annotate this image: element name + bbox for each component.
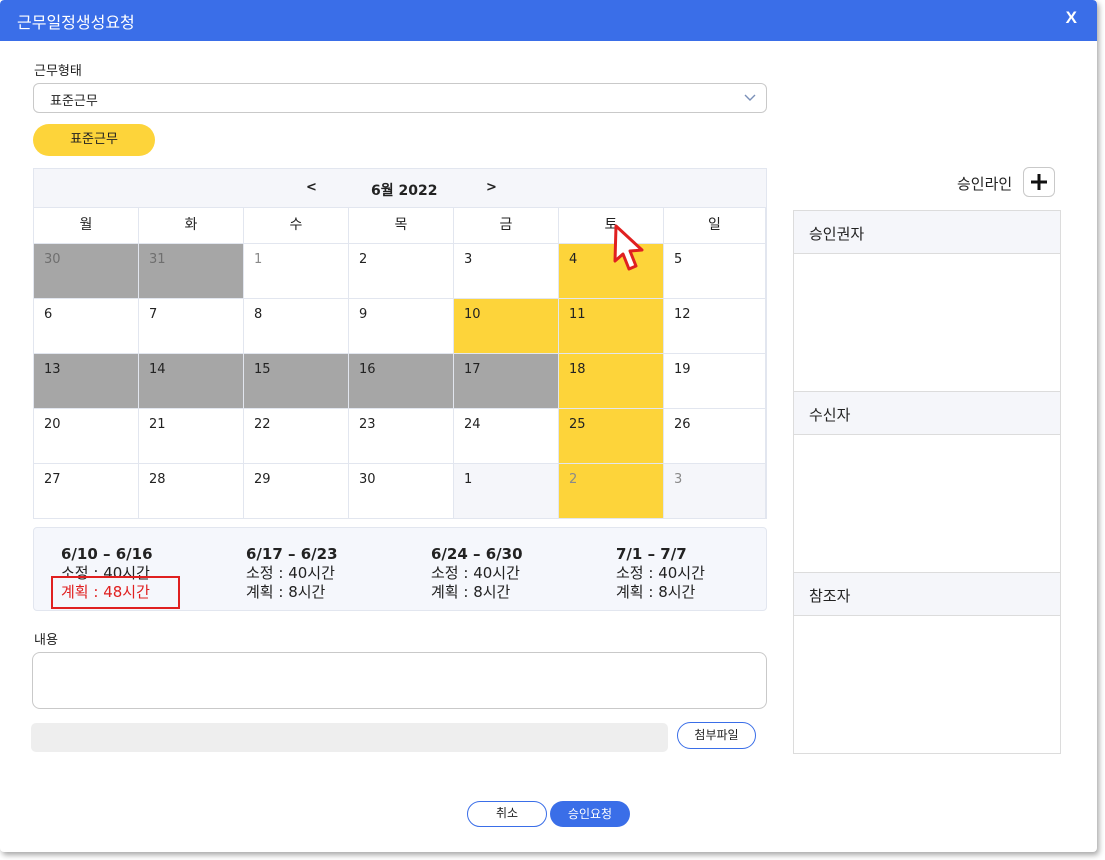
cancel-button[interactable]: 취소 xyxy=(467,801,547,827)
calendar-day-cell[interactable]: 3 xyxy=(664,464,766,519)
calendar-week-row: 13 14 15 16 17 18 19 xyxy=(34,354,766,409)
week-summary-2: 6/17 – 6/23 소정 : 40시간 계획 : 8시간 xyxy=(246,544,426,602)
content-textarea[interactable] xyxy=(32,652,767,709)
request-approval-button[interactable]: 승인요청 xyxy=(550,801,630,827)
content-label: 내용 xyxy=(34,633,58,648)
calendar-day-cell[interactable]: 2 xyxy=(559,464,664,519)
attach-file-button[interactable]: 첨부파일 xyxy=(677,722,756,749)
calendar-day-cell[interactable]: 22 xyxy=(244,409,349,464)
work-type-selected-value: 표준근무 xyxy=(50,94,98,109)
calendar-day-cell[interactable]: 26 xyxy=(664,409,766,464)
calendar-day-cell[interactable]: 15 xyxy=(244,354,349,409)
work-type-label: 근무형태 xyxy=(34,64,82,79)
weekday-label: 금 xyxy=(454,208,559,244)
calendar-day-cell[interactable]: 30 xyxy=(349,464,454,519)
over-hours-highlight xyxy=(51,576,180,609)
calendar-day-cell[interactable]: 31 xyxy=(139,244,244,299)
approval-panel: 승인권자 수신자 참조자 xyxy=(793,210,1061,754)
calendar-day-cell[interactable]: 7 xyxy=(139,299,244,354)
calendar-day-cell[interactable]: 25 xyxy=(559,409,664,464)
work-schedule-dialog: 근무일정생성요청 X 근무형태 표준근무 표준근무 < 6월 2022 > 월화… xyxy=(0,0,1097,852)
title-bar: 근무일정생성요청 X xyxy=(0,0,1097,41)
planned-hours: 계획 : 8시간 xyxy=(616,583,696,601)
week-summary-3: 6/24 – 6/30 소정 : 40시간 계획 : 8시간 xyxy=(431,544,611,602)
close-button[interactable]: X xyxy=(1066,8,1077,28)
calendar-week-row: 6 7 8 9 10 11 12 xyxy=(34,299,766,354)
calendar-day-cell[interactable]: 4 xyxy=(559,244,664,299)
planned-hours: 계획 : 8시간 xyxy=(246,583,326,601)
calendar-day-cell[interactable]: 20 xyxy=(34,409,139,464)
calendar: < 6월 2022 > 월화수목금토일 30 31 1 2 3 4 5 6 7 8 9 10 11 12 1… xyxy=(33,168,767,519)
standard-hours: 소정 : 40시간 xyxy=(431,564,520,582)
week-summary-4: 7/1 – 7/7 소정 : 40시간 계획 : 8시간 xyxy=(616,544,796,602)
weekday-label: 일 xyxy=(664,208,766,244)
weekday-header: 월화수목금토일 xyxy=(34,208,766,244)
approver-section-header: 승인권자 xyxy=(794,210,1060,254)
chevron-down-icon xyxy=(744,94,756,101)
weekday-label: 수 xyxy=(244,208,349,244)
week-range: 7/1 – 7/7 xyxy=(616,545,687,563)
calendar-day-cell[interactable]: 5 xyxy=(664,244,766,299)
calendar-day-cell[interactable]: 19 xyxy=(664,354,766,409)
calendar-day-cell[interactable]: 16 xyxy=(349,354,454,409)
calendar-day-cell[interactable]: 14 xyxy=(139,354,244,409)
calendar-day-cell[interactable]: 2 xyxy=(349,244,454,299)
calendar-week-row: 27 28 29 30 1 2 3 xyxy=(34,464,766,519)
weekday-label: 화 xyxy=(139,208,244,244)
calendar-day-cell[interactable]: 11 xyxy=(559,299,664,354)
calendar-day-cell[interactable]: 1 xyxy=(454,464,559,519)
calendar-day-cell[interactable]: 13 xyxy=(34,354,139,409)
week-range: 6/24 – 6/30 xyxy=(431,545,523,563)
month-label: 6월 2022 xyxy=(371,183,438,199)
calendar-day-cell[interactable]: 30 xyxy=(34,244,139,299)
weekday-label: 월 xyxy=(34,208,139,244)
next-month-button[interactable]: > xyxy=(486,180,497,195)
calendar-week-row: 30 31 1 2 3 4 5 xyxy=(34,244,766,299)
calendar-day-cell[interactable]: 24 xyxy=(454,409,559,464)
calendar-day-cell[interactable]: 28 xyxy=(139,464,244,519)
attachment-file-field[interactable] xyxy=(31,723,668,752)
weekday-label: 토 xyxy=(559,208,664,244)
calendar-day-cell[interactable]: 1 xyxy=(244,244,349,299)
calendar-day-cell[interactable]: 27 xyxy=(34,464,139,519)
calendar-day-cell[interactable]: 10 xyxy=(454,299,559,354)
standard-hours: 소정 : 40시간 xyxy=(616,564,705,582)
work-type-select[interactable]: 표준근무 xyxy=(33,83,767,113)
dialog-title: 근무일정생성요청 xyxy=(17,13,135,32)
planned-hours: 계획 : 8시간 xyxy=(431,583,511,601)
plus-icon xyxy=(1031,174,1047,190)
calendar-day-cell[interactable]: 23 xyxy=(349,409,454,464)
standard-hours: 소정 : 40시간 xyxy=(246,564,335,582)
calendar-day-cell[interactable]: 17 xyxy=(454,354,559,409)
approval-line-label: 승인라인 xyxy=(957,175,1013,193)
calendar-day-cell[interactable]: 9 xyxy=(349,299,454,354)
add-approver-button[interactable] xyxy=(1023,167,1055,197)
calendar-day-cell[interactable]: 3 xyxy=(454,244,559,299)
weekday-label: 목 xyxy=(349,208,454,244)
calendar-header: < 6월 2022 > xyxy=(34,169,766,208)
prev-month-button[interactable]: < xyxy=(306,180,317,195)
week-range: 6/10 – 6/16 xyxy=(61,545,153,563)
calendar-week-row: 20 21 22 23 24 25 26 xyxy=(34,409,766,464)
calendar-day-cell[interactable]: 12 xyxy=(664,299,766,354)
calendar-day-cell[interactable]: 6 xyxy=(34,299,139,354)
receiver-section-header: 수신자 xyxy=(794,391,1060,435)
calendar-day-cell[interactable]: 18 xyxy=(559,354,664,409)
work-type-tag[interactable]: 표준근무 xyxy=(33,124,155,156)
week-range: 6/17 – 6/23 xyxy=(246,545,338,563)
calendar-day-cell[interactable]: 29 xyxy=(244,464,349,519)
calendar-grid: 30 31 1 2 3 4 5 6 7 8 9 10 11 12 13 14 15 16 17 18 19 20 21 22 2… xyxy=(34,244,766,519)
calendar-day-cell[interactable]: 8 xyxy=(244,299,349,354)
calendar-day-cell[interactable]: 21 xyxy=(139,409,244,464)
reference-section-header: 참조자 xyxy=(794,572,1060,616)
